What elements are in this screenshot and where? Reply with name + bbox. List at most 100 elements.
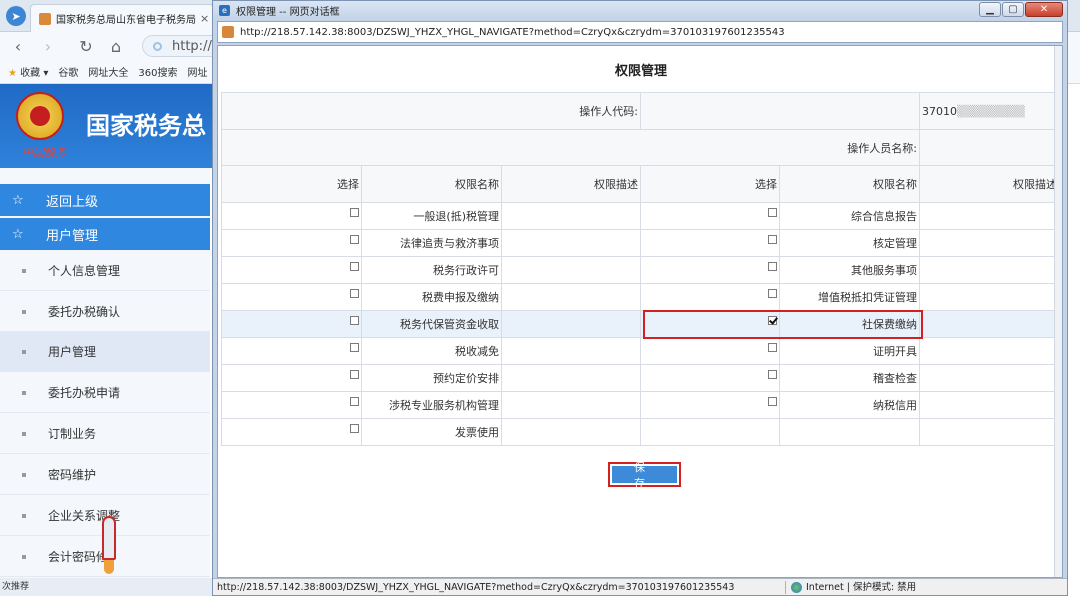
permission-name: 税收减免	[455, 345, 499, 358]
permission-desc-cell	[919, 283, 1061, 311]
bullet-icon	[22, 472, 26, 477]
permission-name: 综合信息报告	[851, 210, 918, 223]
permission-name: 证明开具	[873, 345, 918, 358]
column-header-row: 选择 权限名称 权限描述 选择 权限名称 权限描述	[221, 165, 1061, 203]
sidebar-item-label: 委托办税确认	[48, 305, 121, 319]
permission-checkbox[interactable]	[768, 262, 778, 271]
permission-checkbox[interactable]	[350, 289, 359, 298]
site-header: 中国税务 国家税务总	[0, 84, 214, 168]
save-button[interactable]: 保存	[612, 461, 677, 490]
save-highlight: 保存	[608, 461, 681, 490]
permission-row: 税费申报及缴纳 增值税抵扣凭证管理	[221, 283, 1061, 311]
close-icon[interactable]: ✕	[1025, 2, 1063, 17]
permission-checkbox[interactable]	[350, 262, 359, 271]
sidebar-item-user-mgmt[interactable]: 用户管理	[0, 332, 210, 372]
permission-desc-cell	[919, 364, 1061, 392]
home-icon[interactable]: ⌂	[104, 34, 128, 58]
permission-checkbox[interactable]	[768, 208, 778, 217]
dialog-address-bar[interactable]: http://218.57.142.38:8003/DZSWJ_YHZX_YHG…	[217, 21, 1063, 43]
permission-desc-cell	[919, 337, 1061, 365]
permission-desc-cell	[919, 310, 1061, 338]
col-header-select: 选择	[221, 165, 362, 203]
tax-emblem-logo	[16, 92, 64, 140]
permission-name: 增值税抵扣凭证管理	[818, 291, 918, 304]
permission-dialog: e 权限管理 -- 网页对话框 ▁ ▢ ✕ http://218.57.142.…	[212, 0, 1068, 596]
back-arrow-icon[interactable]: ‹	[6, 34, 30, 58]
star-icon: ★	[8, 68, 17, 79]
secure-indicator-icon	[153, 41, 162, 51]
permission-checkbox[interactable]	[350, 316, 359, 325]
permission-row: 税务代保管资金收取 社保费缴纳	[221, 310, 1061, 338]
permission-checkbox[interactable]	[768, 343, 778, 352]
refresh-icon[interactable]: ↻	[74, 34, 98, 58]
sidebar-section-label: 用户管理	[46, 228, 99, 244]
permission-row: 发票使用	[221, 418, 1061, 446]
bullet-icon	[22, 390, 26, 395]
permission-row: 法律追责与救济事项 核定管理	[221, 229, 1061, 257]
dialog-titlebar[interactable]: e 权限管理 -- 网页对话框 ▁ ▢ ✕	[213, 1, 1067, 19]
bookmark-360[interactable]: 360搜索	[138, 64, 177, 79]
forward-arrow-icon[interactable]: ›	[36, 34, 60, 58]
rocket-decoration-icon	[94, 508, 124, 578]
col-header-name: 权限名称	[779, 165, 921, 203]
permission-desc-cell	[500, 418, 642, 446]
dialog-address-text: http://218.57.142.38:8003/DZSWJ_YHZX_YHG…	[240, 26, 785, 38]
permission-checkbox[interactable]	[350, 397, 359, 406]
permission-name: 税务代保管资金收取	[400, 318, 499, 331]
permission-checkbox[interactable]	[768, 370, 778, 379]
permission-row: 税务行政许可 其他服务事项	[221, 256, 1061, 284]
sidebar-item-entrust-apply[interactable]: 委托办税申请	[0, 373, 210, 413]
chevron-down-icon: ▾	[43, 68, 49, 79]
sidebar-item-personal-info[interactable]: 个人信息管理	[0, 251, 210, 291]
star-outline-icon: ☆	[12, 192, 24, 208]
col-header-select: 选择	[640, 165, 781, 203]
permission-checkbox[interactable]	[768, 316, 778, 325]
bullet-icon	[22, 513, 26, 518]
sidebar-item-custom-service[interactable]: 订制业务	[0, 414, 210, 454]
permission-checkbox[interactable]	[350, 424, 359, 433]
dialog-content: 权限管理 操作人代码: 37010▒▒▒▒▒▒▒▒ 操作人员名称: 选择 权限名…	[217, 45, 1063, 578]
permission-name: 一般退(抵)税管理	[413, 210, 499, 223]
sidebar-item-entrust-confirm[interactable]: 委托办税确认	[0, 292, 210, 332]
col-header-name: 权限名称	[361, 165, 502, 203]
operator-code-value: 37010▒▒▒▒▒▒▒▒	[919, 92, 1061, 130]
permission-desc-cell	[500, 364, 642, 392]
permission-name: 涉税专业服务机构管理	[389, 399, 499, 412]
sidebar-back[interactable]: ☆ 返回上级	[0, 184, 210, 216]
ie-icon: e	[219, 4, 230, 16]
bookmark-favorites[interactable]: ★ 收藏 ▾	[8, 64, 48, 79]
tab-close-icon[interactable]: ×	[200, 12, 209, 25]
permission-desc-cell	[919, 229, 1061, 257]
permission-name: 预约定价安排	[433, 372, 499, 385]
sidebar-item-password[interactable]: 密码维护	[0, 455, 210, 495]
maximize-icon[interactable]: ▢	[1002, 2, 1024, 17]
bookmark-google[interactable]: 谷歌	[58, 64, 78, 79]
minimize-icon[interactable]: ▁	[979, 2, 1001, 17]
browser-tab[interactable]: 国家税务总局山东省电子税务局 ×	[30, 4, 214, 32]
permission-row: 税收减免 证明开具	[221, 337, 1061, 365]
permission-checkbox[interactable]	[768, 397, 778, 406]
permission-desc-cell	[500, 283, 642, 311]
permission-checkbox[interactable]	[768, 235, 778, 244]
sidebar-item-label: 订制业务	[48, 427, 97, 441]
permission-checkbox[interactable]	[350, 208, 359, 217]
permission-desc-cell	[919, 256, 1061, 284]
sidebar-item-label: 密码维护	[48, 468, 97, 482]
operator-code-label: 操作人代码:	[220, 92, 642, 130]
permission-desc-cell	[500, 256, 642, 284]
dialog-scrollbar[interactable]	[1054, 46, 1062, 577]
permission-desc-cell	[919, 418, 1061, 446]
browser-status-left: 次推荐	[0, 578, 214, 596]
permission-checkbox[interactable]	[350, 235, 359, 244]
bullet-icon	[22, 268, 26, 273]
permission-name: 税务行政许可	[433, 264, 499, 277]
bookmark-web[interactable]: 网址	[187, 64, 207, 79]
permission-checkbox[interactable]	[350, 343, 359, 352]
operator-name-value	[919, 129, 1061, 166]
bookmark-hao[interactable]: 网址大全	[88, 64, 128, 79]
sidebar-section-user-mgmt[interactable]: ☆ 用户管理	[0, 218, 210, 250]
permission-checkbox[interactable]	[768, 289, 778, 298]
permission-desc-cell	[500, 310, 642, 338]
bullet-icon	[22, 554, 26, 559]
permission-checkbox[interactable]	[350, 370, 359, 379]
